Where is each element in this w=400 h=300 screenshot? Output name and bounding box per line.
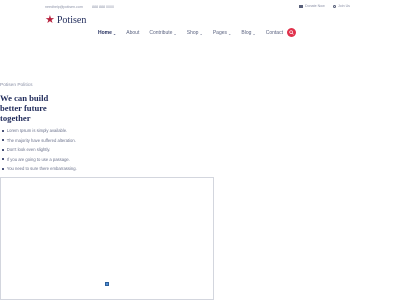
donate-link[interactable]: Donate Now	[299, 4, 325, 8]
chevron-down-icon: ⌄	[199, 30, 203, 36]
top-bar: needhelp@potisen.com 888 888 0000 Donate…	[0, 0, 400, 16]
list-item: Lorem Ipsum is simply available.	[2, 126, 77, 136]
list-item: The majority have suffered alteration.	[2, 136, 77, 146]
join-link[interactable]: Join Us	[333, 4, 350, 8]
feature-list: Lorem Ipsum is simply available. The maj…	[2, 126, 77, 174]
chevron-down-icon: ⌄	[252, 30, 256, 36]
list-item-text: Lorem Ipsum is simply available.	[6, 128, 68, 134]
nav-label: Pages	[212, 30, 228, 36]
chevron-down-icon: ⌄	[112, 30, 117, 36]
nav-item-shop[interactable]: Shop ⌄	[187, 30, 203, 36]
join-label: Join Us	[338, 4, 350, 8]
list-item: You need to sure there embarrassing.	[2, 164, 77, 174]
nav-label: Contact	[265, 30, 283, 36]
nav-item-pages[interactable]: Pages ⌄	[213, 30, 232, 36]
chevron-down-icon: ⌄	[173, 30, 177, 36]
list-item: If you are going to use a passage.	[2, 155, 77, 165]
list-item-text: The majority have suffered alteration.	[6, 137, 76, 143]
nav-item-contribute[interactable]: Contribute ⌄	[149, 30, 176, 36]
nav-label: Blog	[241, 30, 252, 36]
donate-label: Donate Now	[305, 4, 325, 8]
logo-text: Potisen	[56, 15, 87, 26]
card-icon	[299, 4, 303, 8]
star-icon: ★	[45, 14, 55, 26]
bullet-icon	[2, 129, 4, 132]
play-marker-icon[interactable]	[105, 282, 109, 286]
contact-phone[interactable]: 888 888 0000	[92, 5, 114, 9]
nav-label: Contribute	[149, 30, 173, 36]
user-icon	[333, 4, 336, 8]
list-item: Don't look even slightly.	[2, 145, 77, 155]
list-item-text: Don't look even slightly.	[6, 147, 51, 153]
site-logo[interactable]: ★ Potisen	[45, 14, 87, 27]
nav-label: Home	[98, 30, 112, 36]
nav-label: About	[126, 30, 140, 36]
bullet-icon	[2, 167, 4, 170]
nav-item-about[interactable]: About	[126, 30, 139, 36]
section-eyebrow: Potisen Politics	[0, 83, 33, 88]
main-nav: Home ⌄ About Contribute ⌄ Shop ⌄ Pages ⌄ Blo…	[98, 30, 293, 36]
bullet-icon	[2, 148, 4, 151]
list-item-text: If you are going to use a passage.	[6, 156, 70, 162]
chevron-down-icon: ⌄	[228, 30, 232, 36]
nav-item-home[interactable]: Home ⌄	[98, 30, 116, 36]
contact-email[interactable]: needhelp@potisen.com	[45, 5, 83, 9]
section-headline: We can build better future together	[0, 93, 49, 123]
search-button[interactable]	[287, 28, 296, 37]
media-frame[interactable]	[0, 177, 214, 300]
bullet-icon	[2, 158, 4, 161]
nav-item-contact[interactable]: Contact	[266, 30, 283, 36]
nav-item-blog[interactable]: Blog ⌄	[241, 30, 255, 36]
bullet-icon	[2, 139, 4, 142]
search-icon	[289, 30, 294, 35]
nav-label: Shop	[186, 30, 199, 36]
list-item-text: You need to sure there embarrassing.	[6, 166, 77, 172]
